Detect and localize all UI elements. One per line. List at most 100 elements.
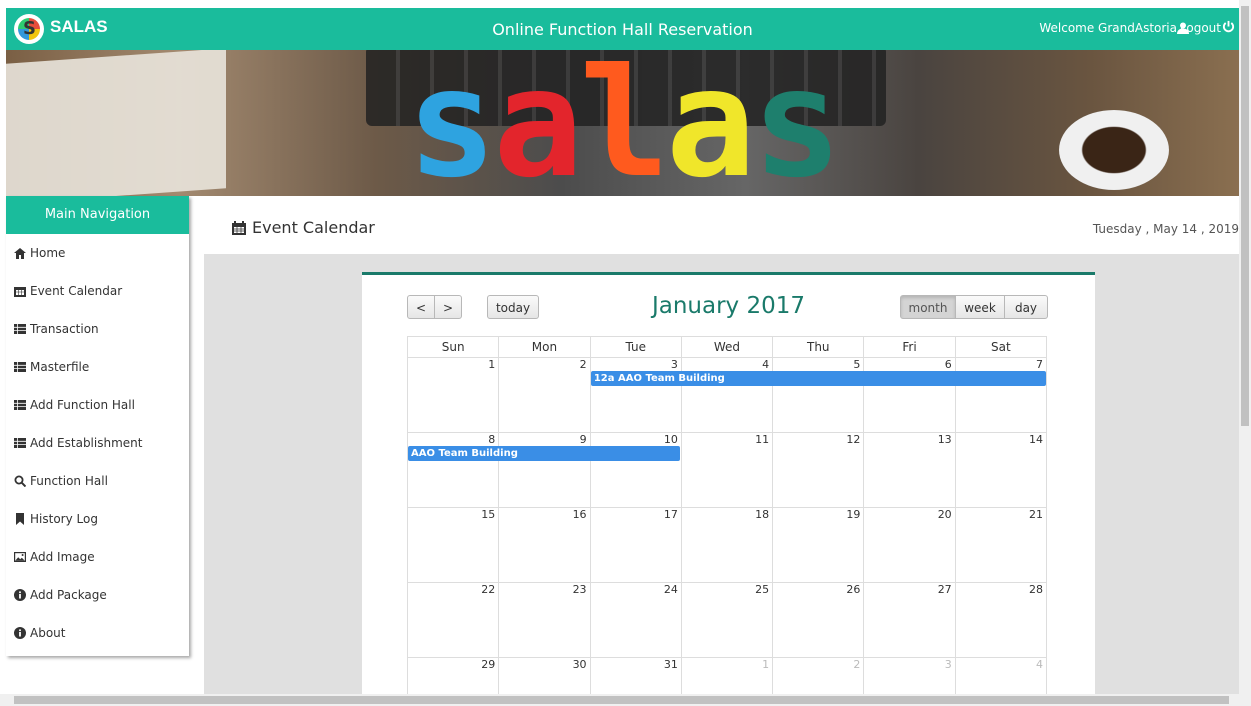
info-icon (14, 627, 26, 639)
sidebar-item-label: Add Function Hall (30, 398, 135, 412)
sidebar-item-label: Masterfile (30, 360, 90, 374)
day-number: 3 (944, 658, 952, 671)
sidebar-item-add-package[interactable]: Add Package (6, 576, 189, 614)
logout-link[interactable]: Logout (1180, 21, 1221, 35)
day-number: 30 (572, 658, 587, 671)
day-number: 27 (937, 583, 952, 596)
sidebar-item-label: Add Establishment (30, 436, 143, 450)
day-number: 1 (762, 658, 770, 671)
welcome-text: Welcome GrandAstoria (1039, 21, 1177, 35)
week-view-button[interactable]: week (955, 295, 1005, 319)
calendar-day-cell[interactable]: 9 (498, 432, 591, 508)
sidebar-item-label: Event Calendar (30, 284, 123, 298)
horizontal-scrollbar[interactable] (0, 694, 1251, 706)
calendar-day-cell[interactable]: 10 (589, 432, 682, 508)
sidebar-item-home[interactable]: Home (6, 234, 189, 272)
calendar-day-cell[interactable]: 28 (954, 582, 1048, 658)
sidebar-item-history-log[interactable]: History Log (6, 500, 189, 538)
current-date: Tuesday , May 14 , 2019 (1092, 222, 1239, 236)
calendar-day-cell[interactable]: 2 (498, 357, 591, 433)
sidebar-item-label: Function Hall (30, 474, 108, 488)
day-number: 18 (755, 508, 770, 521)
calendar-day-cell[interactable]: 19 (772, 507, 865, 583)
sidebar-item-add-establishment[interactable]: Add Establishment (6, 424, 189, 462)
calendar-day-cell[interactable]: 31 (589, 657, 682, 697)
power-icon[interactable] (1222, 20, 1235, 33)
calendar-day-cell[interactable]: 6 (863, 357, 956, 433)
sidebar-item-about[interactable]: About (6, 614, 189, 652)
calendar-day-cell[interactable]: 4 (680, 357, 774, 433)
list-icon (14, 362, 26, 372)
weekday-header: Mon (498, 336, 591, 358)
day-number: 20 (937, 508, 952, 521)
calendar-day-cell[interactable]: 11 (680, 432, 774, 508)
day-number: 14 (1029, 433, 1043, 446)
day-number: 15 (481, 508, 496, 521)
day-number: 21 (1029, 508, 1043, 521)
calendar-day-cell[interactable]: 14 (954, 432, 1048, 508)
day-number: 28 (1029, 583, 1043, 596)
month-view-button[interactable]: month (900, 295, 956, 319)
calendar-day-cell[interactable]: 1 (680, 657, 774, 697)
day-number: 17 (663, 508, 678, 521)
calendar-week-row: 15 16 17 18 19 20 21 (406, 507, 1048, 583)
calendar-day-cell[interactable]: 25 (680, 582, 774, 658)
calendar-day-cell[interactable]: 12 (772, 432, 865, 508)
calendar-day-cell[interactable]: 7 (954, 357, 1048, 433)
sidebar-item-label: Home (30, 246, 66, 260)
calendar-day-cell[interactable]: 20 (863, 507, 956, 583)
laptop-keyboard-image (366, 50, 886, 126)
home-icon (14, 248, 26, 259)
calendar-day-cell[interactable]: 24 (589, 582, 682, 658)
sidebar-item-event-calendar[interactable]: Event Calendar (6, 272, 189, 310)
next-month-button[interactable]: > (434, 295, 462, 319)
list-icon (14, 324, 26, 334)
calendar-day-cell[interactable]: 26 (772, 582, 865, 658)
day-number: 23 (572, 583, 587, 596)
day-number: 25 (755, 583, 770, 596)
calendar-day-cell[interactable]: 17 (589, 507, 682, 583)
day-number: 2 (853, 658, 861, 671)
sidebar-item-add-image[interactable]: Add Image (6, 538, 189, 576)
page-header: Event Calendar Tuesday , May 14 , 2019 (204, 196, 1239, 254)
calendar-day-cell[interactable]: 13 (863, 432, 956, 508)
calendar-day-cell[interactable]: 8 (406, 432, 500, 508)
vertical-scrollbar[interactable] (1239, 0, 1251, 694)
vertical-scroll-thumb[interactable] (1241, 6, 1249, 426)
calendar-day-cell[interactable]: 2 (772, 657, 865, 697)
prev-month-button[interactable]: < (407, 295, 435, 319)
calendar-day-cell[interactable]: 30 (498, 657, 591, 697)
calendar-day-cell[interactable]: 4 (954, 657, 1048, 697)
calendar-day-cell[interactable]: 16 (498, 507, 591, 583)
sidebar-item-label: Transaction (30, 322, 99, 336)
calendar-day-cell[interactable]: 27 (863, 582, 956, 658)
day-number: 11 (755, 433, 770, 446)
today-button[interactable]: today (487, 295, 539, 319)
weekday-header: Sat (954, 336, 1048, 358)
calendar-day-cell[interactable]: 15 (406, 507, 500, 583)
calendar-day-cell[interactable]: 21 (954, 507, 1048, 583)
calendar-day-cell[interactable]: 1 (406, 357, 500, 433)
calendar-event[interactable]: AAO Team Building (408, 446, 681, 461)
calendar-day-cell[interactable]: 18 (680, 507, 774, 583)
sidebar-item-function-hall[interactable]: Function Hall (6, 462, 189, 500)
calendar-event[interactable]: 12a AAO Team Building (590, 371, 1046, 386)
calendar-day-cell[interactable]: 29 (406, 657, 500, 697)
horizontal-scroll-thumb[interactable] (14, 696, 1229, 704)
calendar-day-cell[interactable]: 3 (589, 357, 682, 433)
sidebar-item-transaction[interactable]: Transaction (6, 310, 189, 348)
calendar-day-cell[interactable]: 5 (772, 357, 865, 433)
calendar-day-cell[interactable]: 22 (406, 582, 500, 658)
day-number: 12 (846, 433, 861, 446)
main-content: Event Calendar Tuesday , May 14 , 2019 <… (204, 196, 1239, 697)
day-number: 1 (488, 358, 496, 371)
sidebar-item-add-function-hall[interactable]: Add Function Hall (6, 386, 189, 424)
list-icon (14, 438, 26, 448)
day-view-button[interactable]: day (1004, 295, 1048, 319)
calendar-day-cell[interactable]: 3 (863, 657, 956, 697)
weekday-header: Thu (772, 336, 865, 358)
sidebar-item-masterfile[interactable]: Masterfile (6, 348, 189, 386)
calendar-day-cell[interactable]: 23 (498, 582, 591, 658)
calendar-widget: < > today January 2017 month week day Su… (362, 272, 1095, 697)
day-number: 13 (937, 433, 952, 446)
